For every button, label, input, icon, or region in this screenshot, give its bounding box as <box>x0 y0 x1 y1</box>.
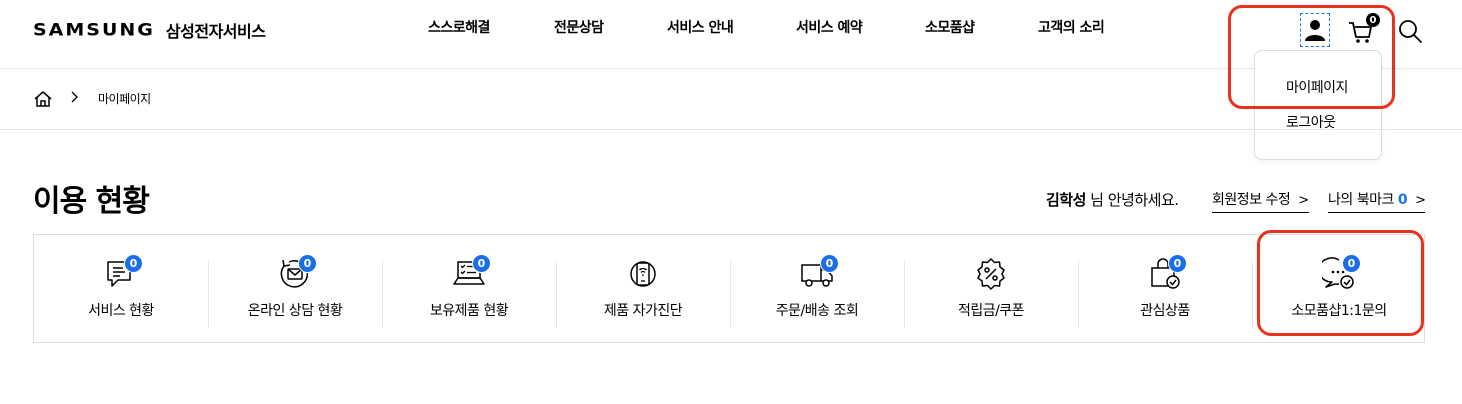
status-self-diagnosis[interactable]: 제품 자가진단 <box>556 235 730 342</box>
search-button[interactable] <box>1396 13 1426 47</box>
user-name: 김학성 <box>1046 191 1086 209</box>
status-badge: 0 <box>820 254 839 273</box>
chevron-right-icon: > <box>1415 193 1426 208</box>
nav-customer-voice[interactable]: 고객의 소리 <box>1038 17 1105 37</box>
home-icon[interactable] <box>33 89 53 109</box>
usage-status-panel: 0 서비스 현황 0 온라인 상담 현황 0 보유제품 현황 제품 자가진단 0… <box>33 234 1425 343</box>
status-label: 적립금/쿠폰 <box>957 303 1025 319</box>
chevron-right-icon <box>71 91 78 103</box>
status-label: 서비스 현황 <box>88 303 154 319</box>
main-nav: 스스로해결 전문상담 서비스 안내 서비스 예약 소모품샵 고객의 소리 <box>0 17 1462 39</box>
edit-profile-link[interactable]: 회원정보 수정 > <box>1212 189 1309 213</box>
status-label: 주문/배송 조회 <box>775 303 859 319</box>
greeting-text: 님 안녕하세요. <box>1085 191 1179 209</box>
user-button[interactable] <box>1300 13 1330 47</box>
self-diagnosis-icon <box>630 261 656 287</box>
breadcrumb: 마이페이지 <box>0 69 1462 130</box>
status-label: 관심상품 <box>1140 303 1190 319</box>
status-badge: 0 <box>472 254 491 273</box>
nav-consumables-shop[interactable]: 소모품샵 <box>925 17 975 37</box>
nav-service-guide[interactable]: 서비스 안내 <box>667 17 734 37</box>
status-badge: 0 <box>124 254 143 273</box>
greeting: 김학성 님 안녕하세요. <box>1046 189 1179 210</box>
status-badge: 0 <box>1168 254 1187 273</box>
nav-expert-consult[interactable]: 전문상담 <box>554 17 604 37</box>
page-title: 이용 현황 <box>33 184 150 219</box>
status-points-coupon[interactable]: 적립금/쿠폰 <box>904 235 1078 342</box>
chevron-right-icon: > <box>1298 193 1309 208</box>
status-online-consult[interactable]: 0 온라인 상담 현황 <box>208 235 382 342</box>
status-order-delivery[interactable]: 0 주문/배송 조회 <box>730 235 904 342</box>
bookmark-count: 0 <box>1397 192 1408 208</box>
edit-profile-label: 회원정보 수정 <box>1212 192 1291 208</box>
status-label: 제품 자가진단 <box>603 303 683 319</box>
search-icon <box>1399 20 1422 43</box>
user-icon <box>1305 20 1325 41</box>
nav-self-solve[interactable]: 스스로해결 <box>428 17 490 37</box>
status-service[interactable]: 0 서비스 현황 <box>34 235 208 342</box>
bookmark-label: 나의 북마크 <box>1328 192 1394 208</box>
status-wishlist[interactable]: 0 관심상품 <box>1078 235 1252 342</box>
status-badge: 0 <box>298 254 317 273</box>
cart-button[interactable]: 0 <box>1348 13 1380 47</box>
status-label: 소모품샵1:1문의 <box>1291 303 1387 319</box>
status-shop-inquiry[interactable]: 0 소모품샵1:1문의 <box>1252 235 1426 342</box>
status-label: 온라인 상담 현황 <box>247 303 343 319</box>
coupon-percent-icon <box>977 258 1005 290</box>
site-header: SAMSUNG 삼성전자서비스 스스로해결 전문상담 서비스 안내 서비스 예약… <box>0 0 1462 69</box>
status-badge: 0 <box>1342 254 1361 273</box>
bookmark-link[interactable]: 나의 북마크 0 > <box>1328 189 1426 213</box>
cart-count-badge: 0 <box>1366 13 1380 27</box>
status-owned-products[interactable]: 0 보유제품 현황 <box>382 235 556 342</box>
breadcrumb-current: 마이페이지 <box>98 92 151 106</box>
nav-service-booking[interactable]: 서비스 예약 <box>796 17 863 37</box>
status-label: 보유제품 현황 <box>429 303 509 319</box>
